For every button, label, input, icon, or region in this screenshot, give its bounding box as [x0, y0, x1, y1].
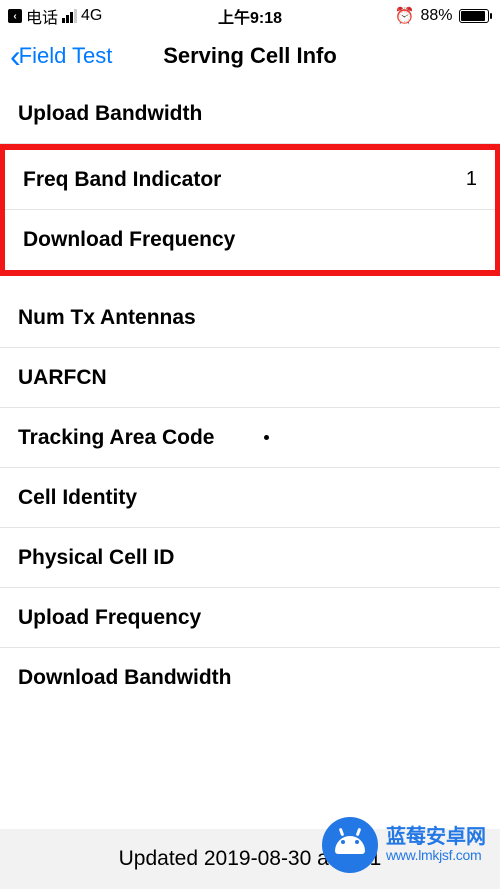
row-label: Freq Band Indicator [23, 168, 221, 192]
blank-space [0, 708, 500, 828]
row-tracking-area-code[interactable]: Tracking Area Code [0, 408, 500, 468]
row-label: Cell Identity [18, 486, 137, 510]
row-label: Download Frequency [23, 228, 235, 252]
row-label: Upload Frequency [18, 606, 201, 630]
row-value: 1 [466, 168, 477, 191]
row-label: Tracking Area Code [18, 426, 214, 450]
status-left: ‹ 电话 4G [8, 4, 102, 28]
row-num-tx-antennas[interactable]: Num Tx Antennas [0, 288, 500, 348]
watermark-text: 蓝莓安卓网 www.lmkjsf.com [386, 826, 486, 863]
app-badge-icon: ‹ [8, 9, 22, 23]
row-upload-bandwidth[interactable]: Upload Bandwidth [0, 84, 500, 144]
row-freq-band-indicator[interactable]: Freq Band Indicator 1 [5, 150, 495, 210]
clock-label: 上午9:18 [218, 4, 282, 28]
watermark-url: www.lmkjsf.com [386, 848, 486, 863]
nav-bar: ‹ Field Test Serving Cell Info [0, 28, 500, 84]
battery-percent-label: 88% [420, 7, 452, 25]
watermark: 蓝莓安卓网 www.lmkjsf.com [322, 817, 486, 873]
row-download-bandwidth[interactable]: Download Bandwidth [0, 648, 500, 708]
row-download-frequency[interactable]: Download Frequency [5, 210, 495, 270]
row-cell-identity[interactable]: Cell Identity [0, 468, 500, 528]
carrier-label: 电话 [26, 4, 58, 28]
watermark-title: 蓝莓安卓网 [386, 826, 486, 848]
page-title: Serving Cell Info [163, 43, 337, 69]
back-button[interactable]: ‹ Field Test [10, 40, 112, 72]
alarm-icon: ⏰ [395, 6, 415, 26]
signal-icon [62, 9, 77, 23]
row-upload-frequency[interactable]: Upload Frequency [0, 588, 500, 648]
watermark-android-icon [322, 817, 378, 873]
highlight-annotation: Freq Band Indicator 1 Download Frequency [0, 144, 500, 276]
dot-icon [264, 435, 269, 440]
settings-list: Upload Bandwidth Freq Band Indicator 1 D… [0, 84, 500, 828]
status-bar: ‹ 电话 4G 上午9:18 ⏰ 88% [0, 0, 500, 28]
row-uarfcn[interactable]: UARFCN [0, 348, 500, 408]
row-label: Num Tx Antennas [18, 306, 196, 330]
row-label: Upload Bandwidth [18, 102, 202, 126]
network-type-label: 4G [81, 7, 102, 25]
row-label: Physical Cell ID [18, 546, 174, 570]
back-label: Field Test [19, 43, 113, 69]
status-right: ⏰ 88% [395, 6, 492, 26]
row-physical-cell-id[interactable]: Physical Cell ID [0, 528, 500, 588]
row-label: Download Bandwidth [18, 666, 231, 690]
battery-icon [459, 9, 493, 23]
row-label: UARFCN [18, 366, 107, 390]
